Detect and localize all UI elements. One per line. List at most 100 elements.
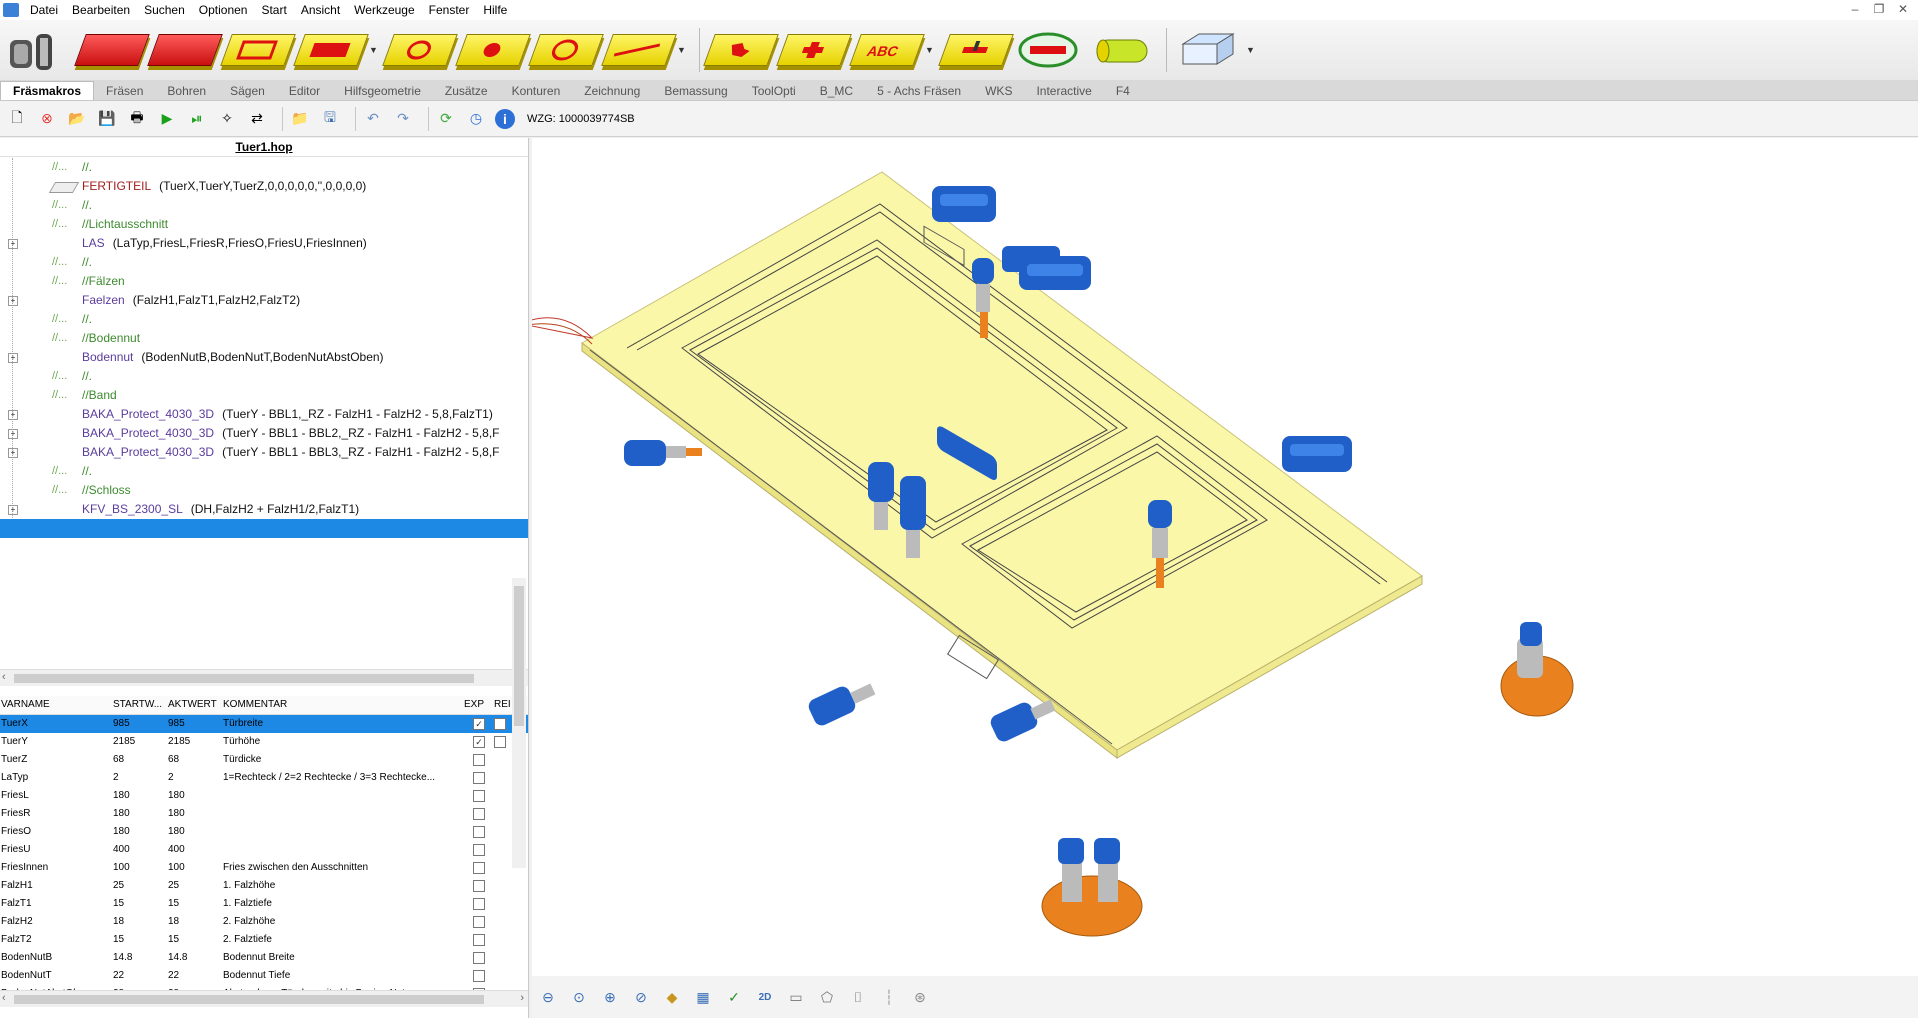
grid-header-cell[interactable]: KOMMENTAR xyxy=(223,696,464,714)
grid-cell-kommentar[interactable]: Bodennut Tiefe xyxy=(223,967,464,985)
exp-checkbox[interactable]: ✓ xyxy=(473,736,485,748)
macro-ring-button[interactable] xyxy=(528,26,604,74)
expand-icon[interactable]: + xyxy=(8,410,18,420)
grid-header-cell[interactable]: REI xyxy=(494,696,514,714)
grid-cell-name[interactable]: TuerX xyxy=(0,715,113,733)
grid-cell-name[interactable]: TuerY xyxy=(0,733,113,751)
wireframe-icon[interactable]: ▭ xyxy=(784,985,808,1009)
grid-cell-start[interactable]: 22 xyxy=(113,967,168,985)
grid-cell-name[interactable]: TuerZ xyxy=(0,751,113,769)
rei-checkbox[interactable] xyxy=(494,736,506,748)
grid-cell-akt[interactable]: 400 xyxy=(168,841,223,859)
tree-row[interactable]: //... //. xyxy=(0,158,528,177)
tree-row-selected[interactable] xyxy=(0,519,528,538)
zoom-in-icon[interactable]: ⊕ xyxy=(598,985,622,1009)
grid-cell-kommentar[interactable] xyxy=(223,787,464,805)
grid-horizontal-scrollbar[interactable]: ‹ › xyxy=(0,990,528,1007)
tab-4[interactable]: Editor xyxy=(277,82,332,100)
grid-header-cell[interactable]: EXP xyxy=(464,696,494,714)
menu-8[interactable]: Hilfe xyxy=(476,0,514,20)
exp-checkbox[interactable] xyxy=(473,880,485,892)
tree-row[interactable]: + Faelzen (FalzH1,FalzT1,FalzH2,FalzT2) xyxy=(0,291,528,310)
scroll-right-icon[interactable]: › xyxy=(520,992,524,1004)
simulate-icon[interactable]: ⊛ xyxy=(908,985,932,1009)
tree-row[interactable]: FERTIGTEIL (TuerX,TuerY,TuerZ,0,0,0,0,0,'… xyxy=(0,177,528,196)
tab-13[interactable]: WKS xyxy=(973,82,1024,100)
grid-cell-kommentar[interactable]: Türhöhe xyxy=(223,733,464,751)
expand-icon[interactable]: + xyxy=(8,448,18,458)
delete-icon[interactable]: ⊗ xyxy=(36,108,58,130)
tab-2[interactable]: Bohren xyxy=(155,82,218,100)
scroll-thumb[interactable] xyxy=(14,674,474,683)
grid-cell-kommentar[interactable] xyxy=(223,841,464,859)
exp-checkbox[interactable] xyxy=(473,970,485,982)
grid-cell-kommentar[interactable]: Türdicke xyxy=(223,751,464,769)
close-icon[interactable]: ✕ xyxy=(1894,2,1912,16)
macro-3d-button[interactable] xyxy=(1014,26,1084,74)
grid-cell-name[interactable]: FalzT2 xyxy=(0,931,113,949)
expand-icon[interactable]: + xyxy=(8,296,18,306)
print-icon[interactable]: 🖶 xyxy=(126,108,148,130)
grid-cell-akt[interactable]: 22 xyxy=(168,967,223,985)
expand-icon[interactable]: + xyxy=(8,239,18,249)
redo-icon[interactable]: ↷ xyxy=(392,108,414,130)
grid-cell-name[interactable]: BodenNutB xyxy=(0,949,113,967)
tab-1[interactable]: Fräsen xyxy=(94,82,155,100)
grid-cell-akt[interactable]: 18 xyxy=(168,913,223,931)
scroll-left-icon[interactable]: ‹ xyxy=(2,671,6,683)
grid-cell-start[interactable]: 2185 xyxy=(113,733,168,751)
measure-icon[interactable]: ┆ xyxy=(877,985,901,1009)
tree-row[interactable]: //... //. xyxy=(0,367,528,386)
expand-icon[interactable]: + xyxy=(8,353,18,363)
grid-cell-name[interactable]: FalzT1 xyxy=(0,895,113,913)
open-folder-icon[interactable]: 📂 xyxy=(66,108,88,130)
grid-row[interactable]: TuerX 985 985 Türbreite ✓ xyxy=(0,715,528,733)
tree-row[interactable]: + BAKA_Protect_4030_3D (TuerY - BBL1 - BBL… xyxy=(0,424,528,443)
exp-checkbox[interactable] xyxy=(473,808,485,820)
macro-rect-outline-button[interactable] xyxy=(220,26,296,74)
grid-cell-start[interactable]: 180 xyxy=(113,805,168,823)
grid-row[interactable]: FalzH2 18 18 2. Falzhöhe xyxy=(0,913,528,931)
expand-icon[interactable]: + xyxy=(8,505,18,515)
exp-checkbox[interactable] xyxy=(473,826,485,838)
tab-0[interactable]: Fräsmakros xyxy=(0,81,95,100)
contour-view-icon[interactable]: ⬠ xyxy=(815,985,839,1009)
tab-5[interactable]: Hilfsgeometrie xyxy=(332,82,433,100)
undo-icon[interactable]: ↶ xyxy=(362,108,384,130)
macro-text-button[interactable]: ABC xyxy=(849,26,925,74)
grid-cell-start[interactable]: 15 xyxy=(113,895,168,913)
exp-checkbox[interactable] xyxy=(473,754,485,766)
grid-cell-start[interactable]: 18 xyxy=(113,913,168,931)
grid-row[interactable]: FriesU 400 400 xyxy=(0,841,528,859)
tree-row[interactable]: //... //Schloss xyxy=(0,481,528,500)
restore-icon[interactable]: ❐ xyxy=(1870,2,1888,16)
tree-row[interactable]: + LAS (LaTyp,FriesL,FriesR,FriesO,FriesU,F… xyxy=(0,234,528,253)
tab-14[interactable]: Interactive xyxy=(1024,82,1103,100)
rei-checkbox[interactable] xyxy=(494,718,506,730)
tool-view-icon[interactable]: ⌷ xyxy=(846,985,870,1009)
grid-cell-start[interactable]: 14.8 xyxy=(113,949,168,967)
tree-row[interactable]: + KFV_BS_2300_SL (DH,FalzH2 + FalzH1/2,Fal… xyxy=(0,500,528,519)
macro-cross-button[interactable] xyxy=(776,26,852,74)
grid-cell-name[interactable]: FriesR xyxy=(0,805,113,823)
rect-dropdown-icon[interactable]: ▼ xyxy=(369,45,379,55)
grid-cell-start[interactable]: 68 xyxy=(113,751,168,769)
grid-cell-name[interactable]: FalzH1 xyxy=(0,877,113,895)
grid-cell-kommentar[interactable]: 1. Falzhöhe xyxy=(223,877,464,895)
select-icon[interactable]: ◆ xyxy=(660,985,684,1009)
folder-icon[interactable]: 📁 xyxy=(289,108,311,130)
expand-icon[interactable]: + xyxy=(8,429,18,439)
tree-row[interactable]: //... //. xyxy=(0,196,528,215)
grid-cell-start[interactable]: 15 xyxy=(113,931,168,949)
tab-8[interactable]: Zeichnung xyxy=(572,82,652,100)
transfer-icon[interactable]: ⇄ xyxy=(246,108,268,130)
grid-row[interactable]: FalzH1 25 25 1. Falzhöhe xyxy=(0,877,528,895)
view-box-button[interactable] xyxy=(1173,26,1243,74)
menu-5[interactable]: Ansicht xyxy=(294,0,347,20)
macro-contour-button[interactable] xyxy=(703,26,779,74)
grid-cell-kommentar[interactable] xyxy=(223,805,464,823)
grid-cell-start[interactable]: 180 xyxy=(113,823,168,841)
tab-15[interactable]: F4 xyxy=(1104,82,1142,100)
tab-7[interactable]: Konturen xyxy=(500,82,573,100)
grid-row[interactable]: FriesInnen 100 100 Fries zwischen den Aussc… xyxy=(0,859,528,877)
